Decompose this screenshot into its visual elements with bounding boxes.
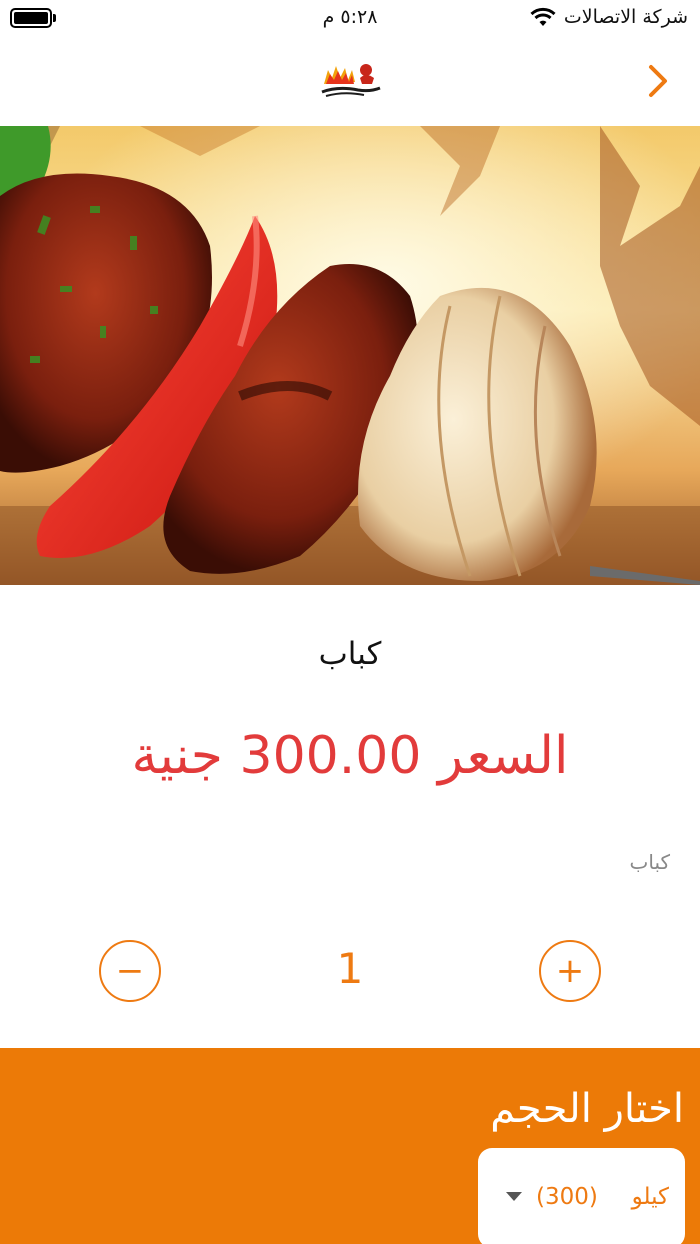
- price-currency: جنية: [131, 726, 223, 786]
- product-image: [0, 126, 700, 585]
- chevron-right-icon: [649, 65, 667, 97]
- status-bar: ٥:٢٨ م شركة الاتصالات: [0, 0, 700, 36]
- carrier-name: شركة الاتصالات: [563, 6, 688, 28]
- decrease-quantity-button[interactable]: −: [99, 940, 161, 1002]
- battery-tip: [53, 14, 56, 22]
- restaurant-logo: [318, 60, 384, 100]
- product-title: كباب: [318, 636, 382, 672]
- back-button[interactable]: [638, 58, 678, 104]
- product-description: كباب: [629, 850, 670, 874]
- size-dropdown[interactable]: كيلو (300): [478, 1148, 685, 1244]
- increase-quantity-button[interactable]: +: [539, 940, 601, 1002]
- price-value: 300.00: [239, 726, 422, 786]
- price-label: السعر: [437, 726, 569, 786]
- size-heading: اختار الحجم: [490, 1086, 684, 1132]
- product-price: السعر 300.00 جنية: [0, 726, 700, 786]
- quantity-value: 1: [336, 944, 364, 993]
- size-panel: اختار الحجم كيلو (300): [0, 1048, 700, 1244]
- battery-icon: [10, 8, 52, 28]
- status-time: ٥:٢٨ م: [322, 6, 378, 28]
- size-amount: (300): [536, 1184, 598, 1210]
- nav-bar: [0, 36, 700, 126]
- dropdown-arrow-icon: [506, 1192, 522, 1201]
- size-unit: كيلو: [631, 1184, 669, 1210]
- carrier-info: شركة الاتصالات: [530, 6, 688, 28]
- wifi-icon: [530, 7, 556, 26]
